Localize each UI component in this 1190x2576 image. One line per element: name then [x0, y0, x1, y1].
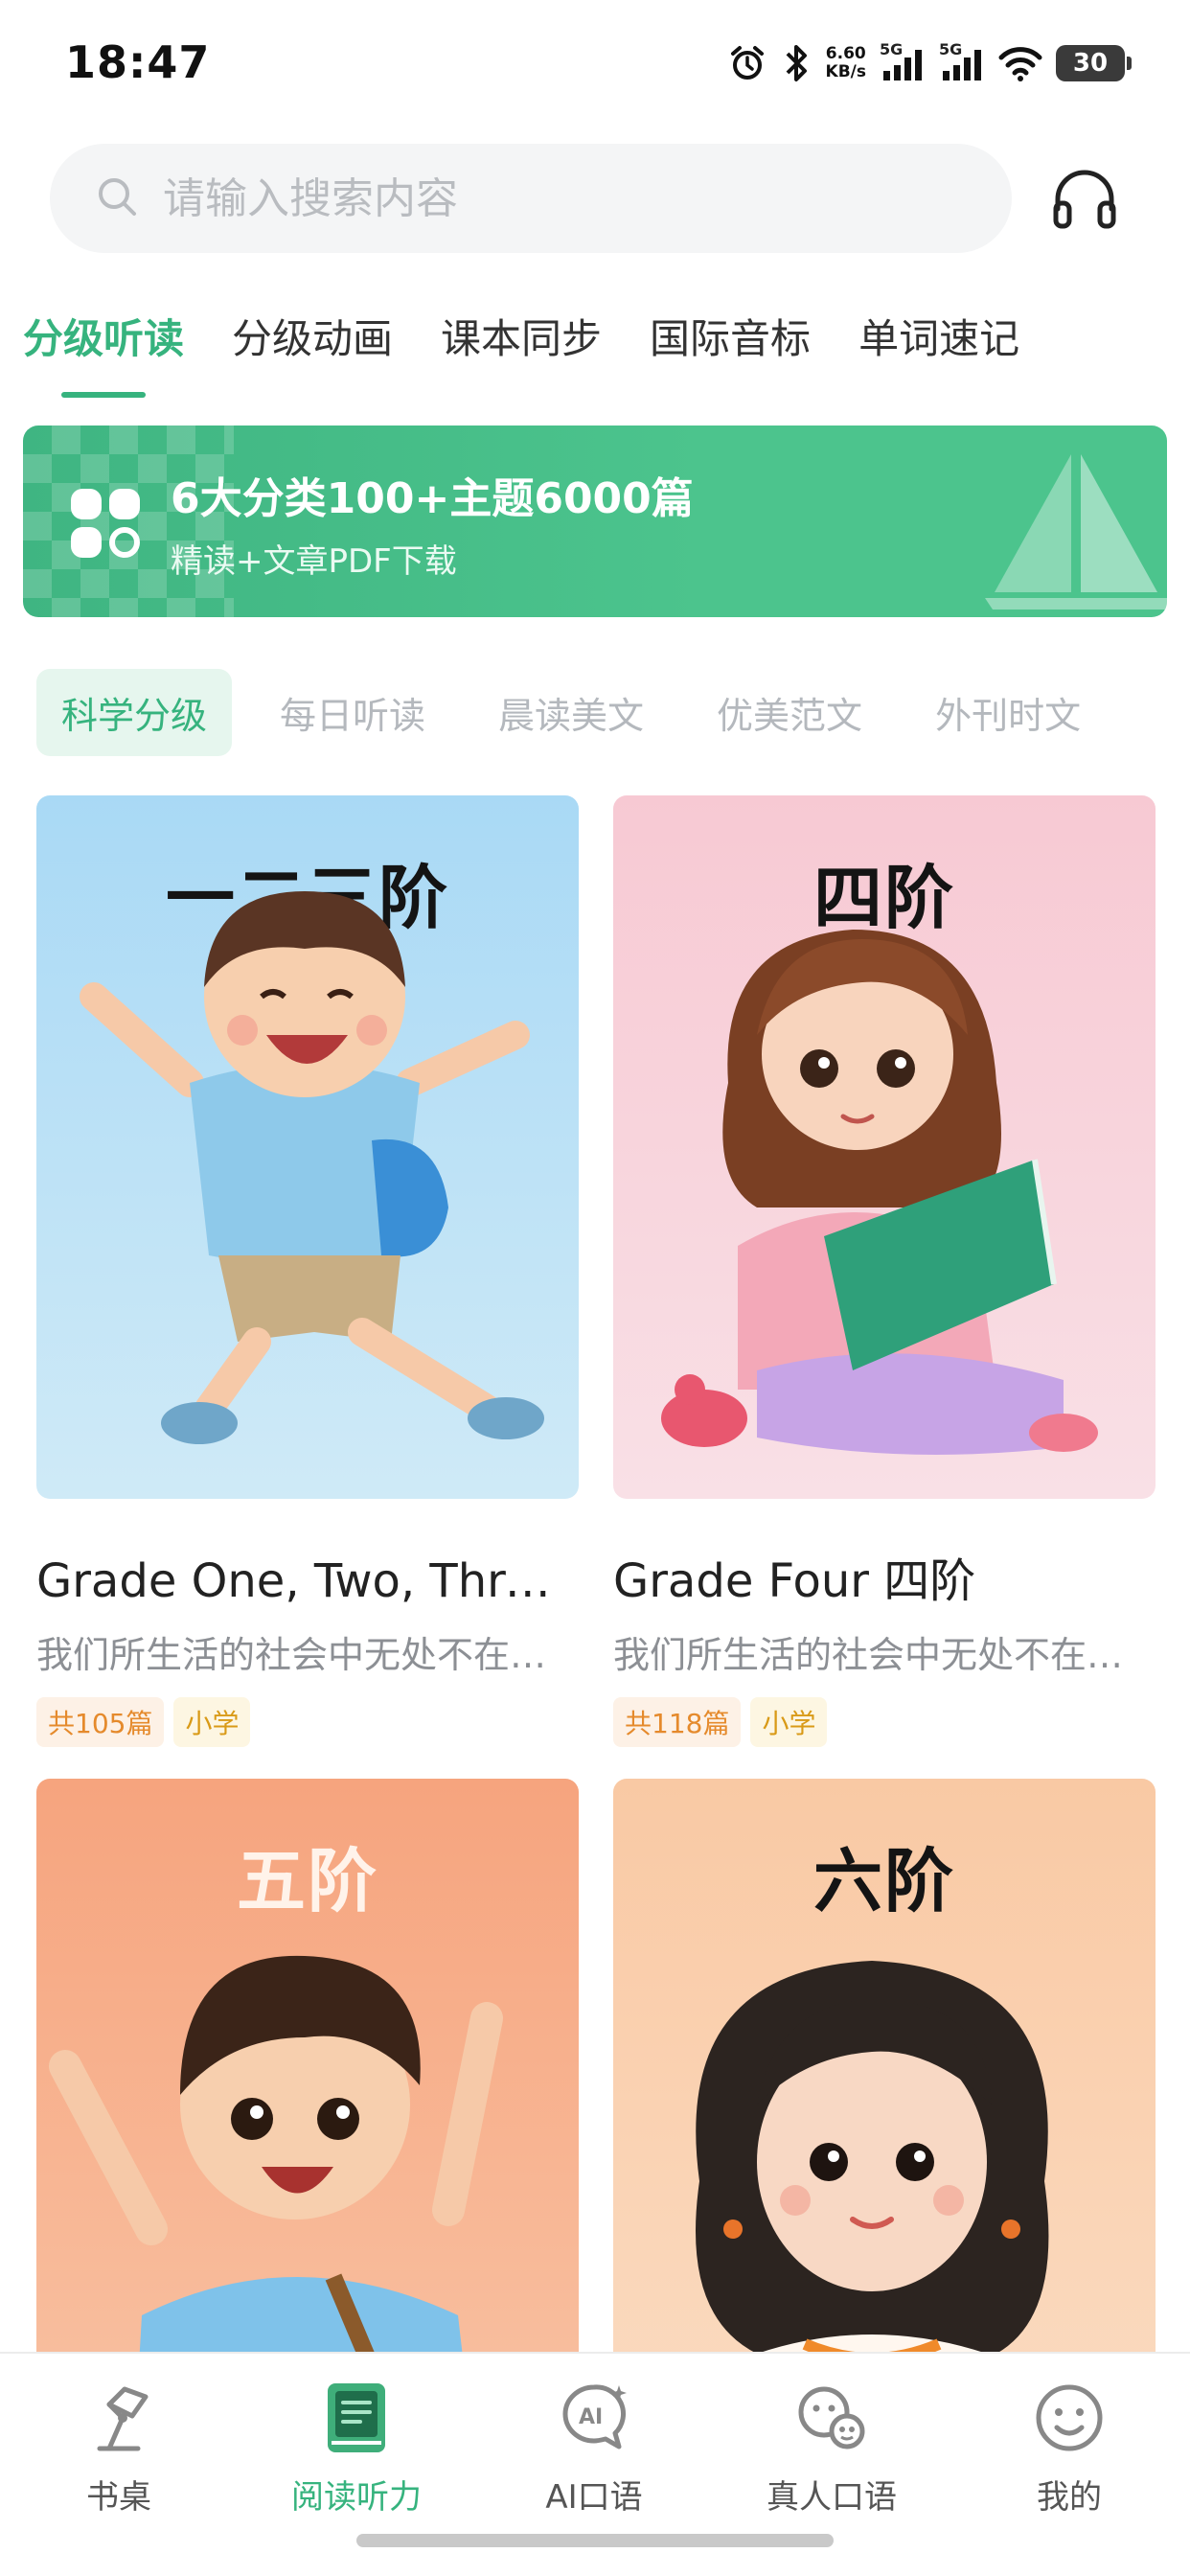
course-cover-image: 一二三阶	[36, 795, 579, 1499]
sailboat-icon	[975, 448, 1167, 617]
smiley-icon	[1028, 2377, 1110, 2459]
course-description: 我们所生活的社会中无处不在的英语	[613, 1634, 1156, 1676]
sub-category-bar: 科学分级 每日听读 晨读美文 优美范文 外刊时文	[36, 669, 1129, 756]
desk-lamp-icon	[78, 2377, 160, 2459]
nav-reading-listening[interactable]: 阅读听力	[238, 2377, 475, 2518]
bluetooth-icon	[780, 43, 812, 83]
course-title: Grade One, Two, Three 一二三阶	[36, 1554, 579, 1608]
nav-ai-speaking[interactable]: AI AI口语	[475, 2377, 713, 2518]
subtab-foreign-press[interactable]: 外刊时文	[910, 669, 1106, 756]
wifi-icon	[998, 44, 1042, 82]
headphones-button[interactable]	[1046, 161, 1123, 238]
course-tags: 共118篇 小学	[613, 1697, 1156, 1747]
top-tab-bar: 分级听读 分级动画 课本同步 国际音标 单词速记	[23, 307, 1019, 398]
nav-desk[interactable]: 书桌	[0, 2377, 238, 2518]
subtab-science-graded[interactable]: 科学分级	[36, 669, 233, 756]
search-icon	[94, 173, 140, 223]
course-tags: 共105篇 小学	[36, 1697, 579, 1747]
nav-label: 真人口语	[767, 2478, 897, 2517]
search-bar[interactable]	[50, 144, 1012, 253]
course-title: Grade Four 四阶	[613, 1554, 976, 1608]
battery-indicator: 30	[1056, 45, 1132, 81]
nav-label: 我的	[1037, 2478, 1102, 2517]
search-input[interactable]	[163, 173, 929, 223]
tab-graded-reading[interactable]: 分级听读	[23, 307, 184, 398]
course-cover-image: 四阶	[613, 795, 1156, 1499]
status-time: 18:47	[65, 36, 211, 88]
category-grid-icon	[67, 485, 144, 562]
subtab-morning-reading[interactable]: 晨读美文	[473, 669, 669, 756]
status-icons: 6.60 KB/s 5G 5G 30	[728, 40, 1132, 86]
banner-title: 6大分类100+主题6000篇	[171, 474, 694, 523]
tab-textbook-sync[interactable]: 课本同步	[441, 307, 602, 398]
tab-graded-animation[interactable]: 分级动画	[232, 307, 393, 398]
people-chat-icon	[790, 2377, 873, 2459]
article-count-badge: 共118篇	[613, 1697, 742, 1747]
headphones-icon	[1050, 165, 1119, 234]
nav-label: 阅读听力	[291, 2478, 422, 2517]
promo-banner[interactable]: 6大分类100+主题6000篇 精读+文章PDF下载	[23, 426, 1167, 617]
cellular-signal-icon: 5G	[880, 40, 926, 82]
school-level-badge: 小学	[173, 1697, 251, 1747]
home-indicator[interactable]	[356, 2534, 834, 2547]
subtab-daily-reading[interactable]: 每日听读	[255, 669, 450, 756]
alarm-icon	[728, 44, 767, 82]
nav-live-speaking[interactable]: 真人口语	[713, 2377, 950, 2518]
nav-label: 书桌	[86, 2478, 151, 2517]
nav-profile[interactable]: 我的	[950, 2377, 1188, 2518]
tab-vocabulary[interactable]: 单词速记	[858, 307, 1019, 398]
article-count-badge: 共105篇	[36, 1697, 165, 1747]
school-level-badge: 小学	[750, 1697, 828, 1747]
status-bar: 18:47 6.60 KB/s 5G 5G 30	[0, 0, 1190, 125]
nav-label: AI口语	[545, 2478, 643, 2517]
course-card[interactable]: 一二三阶 Grade One, Two, Three 一二三阶	[36, 795, 579, 1747]
course-description: 我们所生活的社会中无处不在的英语	[36, 1634, 579, 1676]
banner-subtitle: 精读+文章PDF下载	[171, 542, 457, 581]
subtab-model-essays[interactable]: 优美范文	[692, 669, 887, 756]
app-screen: 18:47 6.60 KB/s 5G 5G 30 请输入搜索内容 分级听读 分级…	[0, 0, 1190, 2576]
boy-jumping-illustration	[80, 891, 544, 1444]
network-speed: 6.60 KB/s	[825, 44, 866, 81]
course-card[interactable]: 四阶 Grade Four 四阶 我们所生活的社会中无处不在的英语 共118篇 …	[613, 795, 1156, 1747]
girl-reading-illustration	[661, 930, 1098, 1455]
cellular-signal-2-icon: 5G	[939, 40, 985, 82]
book-icon	[315, 2377, 398, 2459]
svg-text:AI: AI	[579, 2405, 603, 2429]
tab-phonetics[interactable]: 国际音标	[650, 307, 811, 398]
ai-chat-icon: AI	[553, 2377, 635, 2459]
